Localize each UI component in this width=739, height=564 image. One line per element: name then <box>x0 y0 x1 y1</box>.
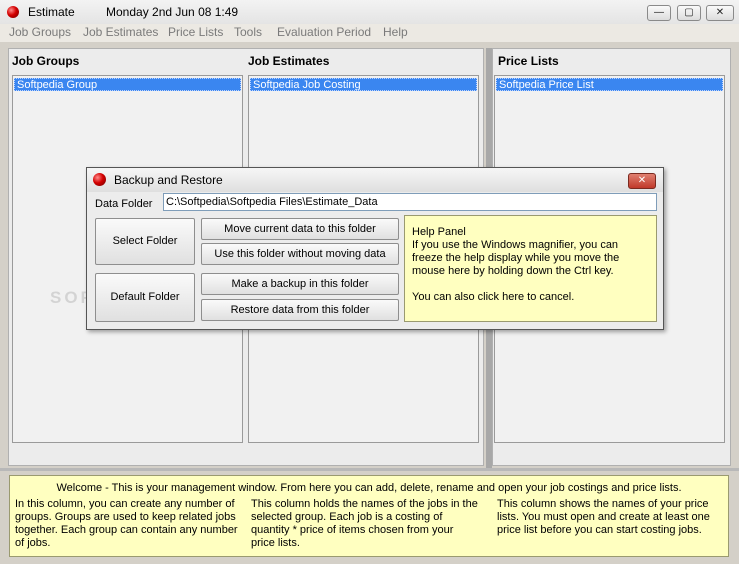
minimize-button[interactable]: — <box>647 5 671 21</box>
help-panel[interactable]: Help Panel If you use the Windows magnif… <box>404 215 657 322</box>
menu-help[interactable]: Help <box>383 25 408 39</box>
maximize-button[interactable]: ▢ <box>677 5 701 21</box>
welcome-headline: Welcome - This is your management window… <box>56 482 682 494</box>
app-logo-icon <box>93 173 106 186</box>
make-backup-button[interactable]: Make a backup in this folder <box>201 273 399 295</box>
close-button[interactable]: ✕ <box>706 5 734 21</box>
menu-evaluation-period[interactable]: Evaluation Period <box>277 25 371 39</box>
data-folder-label: Data Folder <box>95 198 153 210</box>
dialog-title: Backup and Restore <box>114 173 223 187</box>
menu-bar: Job Groups Job Estimates Price Lists Too… <box>0 24 739 42</box>
menu-job-estimates[interactable]: Job Estimates <box>83 25 158 39</box>
title-bar: Estimate Monday 2nd Jun 08 1:49 — ▢ ✕ <box>0 0 739 25</box>
help-panel-text: If you use the Windows magnifier, you ca… <box>412 239 620 277</box>
use-folder-button[interactable]: Use this folder without moving data <box>201 243 399 265</box>
list-item[interactable]: Softpedia Price List <box>496 78 723 91</box>
menu-job-groups[interactable]: Job Groups <box>9 25 71 39</box>
menu-price-lists[interactable]: Price Lists <box>168 25 223 39</box>
welcome-col1: In this column, you can create any numbe… <box>15 498 238 549</box>
welcome-panel: Welcome - This is your management window… <box>9 475 729 557</box>
backup-restore-dialog: Backup and Restore ✕ Data Folder C:\Soft… <box>86 167 664 330</box>
select-folder-button[interactable]: Select Folder <box>95 218 195 265</box>
menu-tools[interactable]: Tools <box>234 25 262 39</box>
date-time-display: Monday 2nd Jun 08 1:49 <box>106 5 239 19</box>
window-title: Estimate <box>28 5 75 19</box>
list-item[interactable]: Softpedia Group <box>14 78 241 91</box>
price-lists-title: Price Lists <box>498 54 559 68</box>
job-groups-title: Job Groups <box>12 54 80 68</box>
app-logo-icon <box>7 6 19 18</box>
move-data-button[interactable]: Move current data to this folder <box>201 218 399 240</box>
welcome-col2: This column holds the names of the jobs … <box>251 498 478 549</box>
job-estimates-title: Job Estimates <box>248 54 330 68</box>
dialog-title-bar: Backup and Restore ✕ <box>87 168 663 192</box>
help-panel-cancel[interactable]: You can also click here to cancel. <box>412 291 650 304</box>
help-panel-title: Help Panel <box>412 226 466 238</box>
restore-data-button[interactable]: Restore data from this folder <box>201 299 399 321</box>
bottom-divider <box>0 468 739 471</box>
default-folder-button[interactable]: Default Folder <box>95 273 195 322</box>
data-folder-input[interactable]: C:\Softpedia\Softpedia Files\Estimate_Da… <box>163 193 657 211</box>
dialog-close-button[interactable]: ✕ <box>628 173 656 189</box>
list-item[interactable]: Softpedia Job Costing <box>250 78 477 91</box>
welcome-col3: This column shows the names of your pric… <box>497 498 710 536</box>
